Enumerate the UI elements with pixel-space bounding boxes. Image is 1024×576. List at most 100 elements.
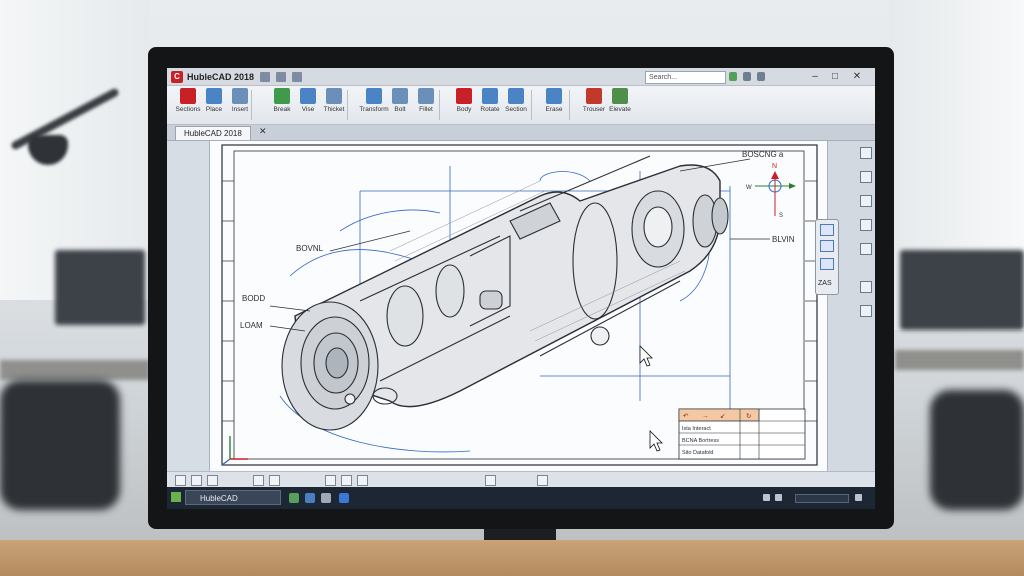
ribbon-tool-icon <box>180 88 196 104</box>
ribbon-tool-label: Vise <box>301 106 315 113</box>
taskbar-browser-icon[interactable] <box>305 493 315 503</box>
quick-access-save-icon[interactable] <box>260 71 271 82</box>
model-space-icon[interactable] <box>175 475 186 486</box>
nav-up-arrow-icon[interactable] <box>820 258 834 270</box>
ribbon-tool-label: Fillet <box>419 106 433 113</box>
ribbon-tool-14[interactable]: Elevate <box>603 88 637 113</box>
start-button[interactable] <box>171 492 181 502</box>
desk-surface <box>0 540 1024 576</box>
nav-viewcube-button[interactable] <box>820 224 834 236</box>
account-icon[interactable] <box>729 72 737 81</box>
pan-icon[interactable] <box>860 147 872 159</box>
background-monitor-left <box>55 250 145 325</box>
title-block: ↶ → ↙ ↻ Ista Interact BCNA Bortress Sito… <box>678 408 806 460</box>
left-panel <box>167 141 210 471</box>
ribbon-separator <box>251 90 252 120</box>
quick-access-undo-icon[interactable] <box>276 71 287 82</box>
tray-clock[interactable] <box>795 494 849 503</box>
showmotion-icon[interactable] <box>860 219 872 231</box>
ribbon-separator <box>531 90 532 120</box>
grid-toggle-icon[interactable] <box>253 475 264 486</box>
notifications-icon[interactable] <box>757 72 765 81</box>
ribbon-tool-label: Erase <box>545 106 563 113</box>
title-block-row-1: Ista Interact <box>682 426 711 432</box>
zoom-icon[interactable] <box>860 171 872 183</box>
ortho-toggle-icon[interactable] <box>325 475 336 486</box>
ribbon-tool-label: Insert <box>231 106 249 113</box>
ribbon-tool-icon <box>418 88 434 104</box>
nav-label: ZAS <box>818 280 832 287</box>
lineweight-toggle-icon[interactable] <box>485 475 496 486</box>
help-icon[interactable] <box>743 72 751 81</box>
cursor-pointer-icon <box>649 430 663 452</box>
ribbon-tool-12[interactable]: Erase <box>537 88 571 113</box>
layers-icon[interactable] <box>860 281 872 293</box>
ribbon-tool-icon <box>232 88 248 104</box>
ribbon-tool-label: Place <box>205 106 223 113</box>
search-input[interactable]: Search... <box>645 71 726 84</box>
callout-top: BOSCNG a <box>742 150 784 159</box>
tray-network-icon[interactable] <box>763 494 770 501</box>
taskbar-app-button[interactable]: HubleCAD <box>185 490 281 505</box>
layout-tab-1[interactable] <box>191 475 202 486</box>
right-panel: ZAS <box>815 141 875 471</box>
compass-south: S <box>779 213 783 219</box>
polar-toggle-icon[interactable] <box>341 475 352 486</box>
callout-right: BLVIN <box>772 235 795 244</box>
nav-wheel-button[interactable] <box>820 240 834 252</box>
ribbon-tool-icon <box>300 88 316 104</box>
ribbon-tool-icon <box>612 88 628 104</box>
os-taskbar: HubleCAD <box>167 487 875 509</box>
status-bar <box>167 471 875 488</box>
ribbon-tool-label: Bolt <box>394 106 406 113</box>
ribbon-tool-label: Elevate <box>609 106 631 113</box>
title-block-header-2: → <box>702 413 709 420</box>
ribbon-tool-8[interactable]: Fillet <box>409 88 443 113</box>
extents-icon[interactable] <box>860 243 872 255</box>
ribbon-tool-label: Break <box>273 106 291 113</box>
annotation-scale-icon[interactable] <box>537 475 548 486</box>
ribbon-tool-icon <box>546 88 562 104</box>
ribbon-tool-icon <box>206 88 222 104</box>
ribbon-tool-icon <box>326 88 342 104</box>
snap-toggle-icon[interactable] <box>269 475 280 486</box>
ribbon-tool-icon <box>366 88 382 104</box>
background-chair-right <box>930 390 1024 510</box>
osnap-toggle-icon[interactable] <box>357 475 368 486</box>
cad-drawing: BOSCNG a BLVIN BOVNL BODD LOAM N W S ↶ →… <box>221 144 818 466</box>
taskbar-settings-icon[interactable] <box>321 493 331 503</box>
quick-access-redo-icon[interactable] <box>292 71 303 82</box>
ribbon-tool-11[interactable]: Section <box>499 88 533 113</box>
background-monitor-right <box>900 250 1024 330</box>
maximize-button[interactable]: □ <box>827 70 843 83</box>
close-button[interactable]: ✕ <box>849 70 865 83</box>
title-block-header-1: ↶ <box>683 413 689 420</box>
orbit-icon[interactable] <box>860 195 872 207</box>
document-tab-bar: HubleCAD 2018 ✕ <box>167 125 875 141</box>
app-logo-icon[interactable]: C <box>171 70 183 83</box>
ribbon-tool-icon <box>274 88 290 104</box>
layout-tab-2[interactable] <box>207 475 218 486</box>
ribbon-tool-icon <box>586 88 602 104</box>
properties-icon[interactable] <box>860 305 872 317</box>
tray-volume-icon[interactable] <box>775 494 782 501</box>
ribbon-separator <box>347 90 348 120</box>
ribbon-tool-icon <box>456 88 472 104</box>
compass-icon[interactable]: N W S <box>746 163 796 219</box>
title-block-row-2: BCNA Bortress <box>682 438 719 444</box>
screen: C HubleCAD 2018 Search... – □ ✕ Sections… <box>167 68 875 509</box>
taskbar-explorer-icon[interactable] <box>289 493 299 503</box>
title-block-header-3: ↙ <box>720 413 725 420</box>
title-bar: C HubleCAD 2018 Search... – □ ✕ <box>167 68 875 86</box>
close-tab-icon[interactable]: ✕ <box>259 126 267 137</box>
ribbon-tool-icon <box>392 88 408 104</box>
ribbon-tool-5[interactable]: Thicket <box>317 88 351 113</box>
document-tab[interactable]: HubleCAD 2018 <box>175 126 251 140</box>
taskbar-mail-icon[interactable] <box>339 493 349 503</box>
tray-notification-icon[interactable] <box>855 494 862 501</box>
ribbon-separator <box>439 90 440 120</box>
minimize-button[interactable]: – <box>807 70 823 83</box>
callout-left-3: LOAM <box>240 321 263 330</box>
drawing-canvas[interactable]: BOSCNG a BLVIN BOVNL BODD LOAM N W S ↶ →… <box>210 141 827 471</box>
title-block-header-4: ↻ <box>746 413 752 420</box>
